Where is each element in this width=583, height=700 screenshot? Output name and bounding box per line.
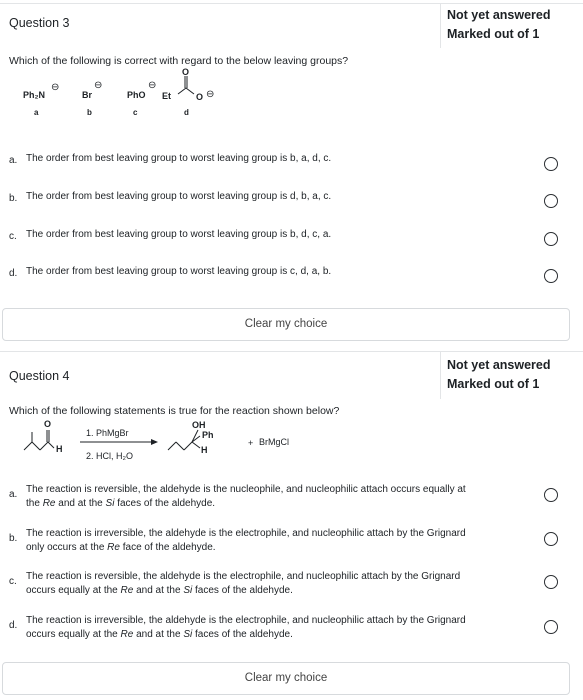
option-line-2: the Re and at the Si faces of the aldehy… bbox=[26, 497, 216, 509]
question-4-prompt: Which of the following statements is tru… bbox=[9, 405, 340, 417]
q3-radio-b[interactable] bbox=[544, 194, 558, 208]
option-letter: d. bbox=[9, 620, 18, 631]
option-text: The reaction is irreversible, the aldehy… bbox=[26, 527, 536, 554]
q3-option-d[interactable]: d. The order from best leaving group to … bbox=[9, 265, 549, 283]
q3-radio-a[interactable] bbox=[544, 157, 558, 171]
q4-radio-b[interactable] bbox=[544, 532, 558, 546]
option-letter: c. bbox=[9, 576, 17, 587]
marks-text: Marked out of 1 bbox=[447, 27, 540, 41]
group-c-formula: PhO bbox=[127, 90, 146, 100]
group-b-charge: ⊖ bbox=[94, 80, 103, 91]
question-4-title: Question 4 bbox=[9, 369, 70, 383]
q4-radio-a[interactable] bbox=[544, 488, 558, 502]
byproduct: BrMgCl bbox=[259, 437, 290, 447]
option-letter: a. bbox=[9, 489, 18, 500]
question-3-status: Not yet answered Marked out of 1 bbox=[447, 6, 551, 44]
option-line-2: occurs equally at the Re and at the Si f… bbox=[26, 628, 293, 640]
option-line-1: The reaction is reversible, the aldehyde… bbox=[26, 484, 466, 495]
reactant-carbonyl-o: O bbox=[44, 419, 52, 429]
question-3-title: Question 3 bbox=[9, 16, 70, 30]
group-d-label: d bbox=[184, 108, 189, 117]
reagent-step-2: 2. HCl, H₂O bbox=[86, 451, 133, 461]
status-separator bbox=[440, 3, 441, 48]
group-d-anion-o: O bbox=[196, 92, 204, 102]
option-text: The reaction is reversible, the aldehyde… bbox=[26, 483, 536, 510]
q3-radio-d[interactable] bbox=[544, 269, 558, 283]
group-d-formula: Et bbox=[162, 91, 171, 101]
q4-option-d[interactable]: d. The reaction is irreversible, the ald… bbox=[9, 614, 549, 642]
group-d-charge: ⊖ bbox=[206, 89, 215, 100]
option-letter: a. bbox=[9, 155, 18, 166]
card-top-border bbox=[0, 3, 583, 4]
option-letter: d. bbox=[9, 268, 18, 279]
plus-sign: + bbox=[248, 438, 254, 448]
q3-radio-c[interactable] bbox=[544, 232, 558, 246]
marks-text: Marked out of 1 bbox=[447, 377, 540, 391]
option-letter: b. bbox=[9, 533, 18, 544]
q4-option-b[interactable]: b. The reaction is irreversible, the ald… bbox=[9, 527, 549, 555]
group-a-label: a bbox=[34, 108, 39, 117]
group-a-formula: Ph₂N bbox=[23, 90, 45, 100]
q3-option-a[interactable]: a. The order from best leaving group to … bbox=[9, 152, 549, 170]
card-top-border bbox=[0, 351, 583, 352]
option-line-1: The reaction is reversible, the aldehyde… bbox=[26, 571, 461, 582]
group-c-charge: ⊖ bbox=[148, 80, 157, 91]
group-d-carbonyl-o: O bbox=[182, 67, 190, 77]
option-text: The order from best leaving group to wor… bbox=[26, 229, 332, 240]
reactant-aldehyde-h: H bbox=[56, 444, 63, 454]
product-phenyl: Ph bbox=[202, 430, 214, 440]
q3-option-b[interactable]: b. The order from best leaving group to … bbox=[9, 190, 549, 208]
reagent-step-1: 1. PhMgBr bbox=[86, 428, 129, 438]
option-text: The order from best leaving group to wor… bbox=[26, 191, 332, 202]
status-text: Not yet answered bbox=[447, 8, 551, 22]
option-line-2: occurs equally at the Re and at the Si f… bbox=[26, 584, 293, 596]
status-separator bbox=[440, 351, 441, 399]
option-line-1: The reaction is irreversible, the aldehy… bbox=[26, 615, 466, 626]
product-hydroxyl: OH bbox=[192, 420, 206, 430]
option-line-2: only occurs at the Re face of the aldehy… bbox=[26, 541, 216, 553]
option-text: The reaction is reversible, the aldehyde… bbox=[26, 570, 536, 597]
option-letter: b. bbox=[9, 193, 18, 204]
q4-radio-d[interactable] bbox=[544, 620, 558, 634]
q4-clear-choice-button[interactable]: Clear my choice bbox=[2, 662, 570, 695]
q3-clear-choice-button[interactable]: Clear my choice bbox=[2, 308, 570, 341]
q3-option-c[interactable]: c. The order from best leaving group to … bbox=[9, 228, 549, 246]
q4-option-a[interactable]: a. The reaction is reversible, the aldeh… bbox=[9, 483, 549, 511]
option-text: The order from best leaving group to wor… bbox=[26, 153, 332, 164]
option-text: The order from best leaving group to wor… bbox=[26, 266, 332, 277]
group-c-label: c bbox=[133, 108, 138, 117]
group-b-formula: Br bbox=[82, 90, 93, 100]
option-line-1: The reaction is irreversible, the aldehy… bbox=[26, 528, 466, 539]
status-text: Not yet answered bbox=[447, 358, 551, 372]
question-4-status: Not yet answered Marked out of 1 bbox=[447, 356, 551, 394]
option-text: The reaction is irreversible, the aldehy… bbox=[26, 614, 536, 641]
q4-radio-c[interactable] bbox=[544, 575, 558, 589]
product-h: H bbox=[201, 445, 208, 455]
q4-option-c[interactable]: c. The reaction is reversible, the aldeh… bbox=[9, 570, 549, 598]
group-b-label: b bbox=[87, 108, 92, 117]
option-letter: c. bbox=[9, 231, 17, 242]
group-a-charge: ⊖ bbox=[51, 82, 60, 93]
